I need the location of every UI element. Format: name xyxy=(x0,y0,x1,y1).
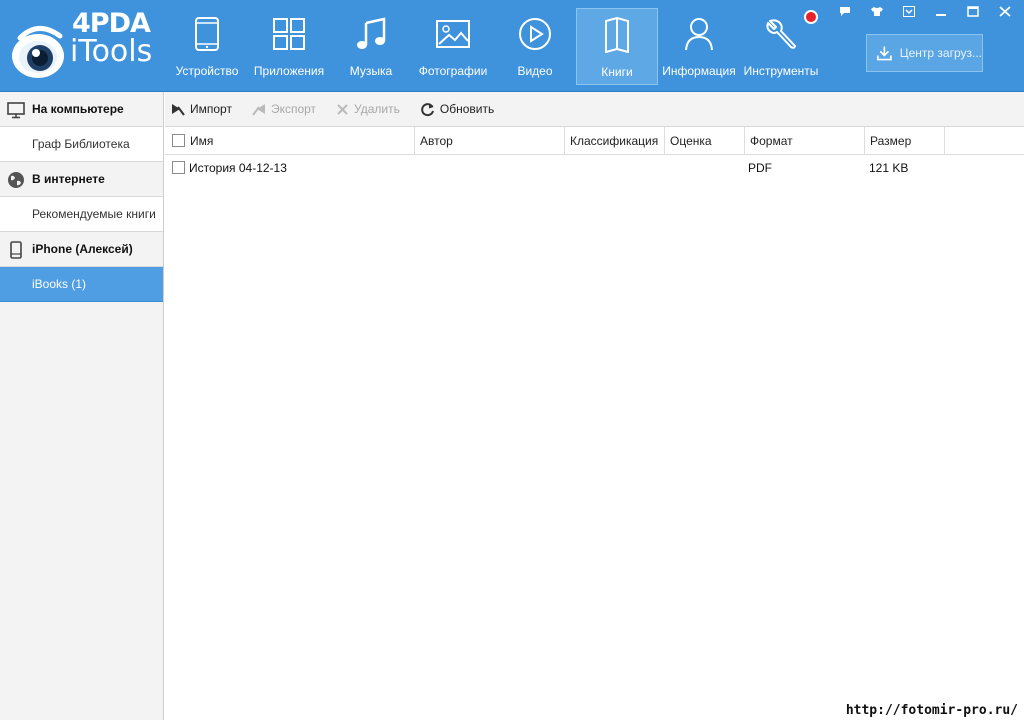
refresh-button[interactable]: Обновить xyxy=(420,102,494,117)
sidebar-item-label: iBooks (1) xyxy=(32,277,87,291)
close-icon[interactable] xyxy=(992,2,1018,20)
column-classification[interactable]: Классификация xyxy=(565,127,665,155)
notification-dot xyxy=(804,10,818,24)
music-note-icon xyxy=(357,17,386,49)
feedback-icon[interactable] xyxy=(832,2,858,20)
delete-label: Удалить xyxy=(354,102,400,116)
nav-video[interactable]: Видео xyxy=(494,8,576,85)
nav-photos[interactable]: Фотографии xyxy=(412,8,494,85)
sidebar: На компьютере Граф Библиотека В интернет… xyxy=(0,92,164,720)
book-icon xyxy=(605,17,629,53)
column-author[interactable]: Автор xyxy=(415,127,565,155)
brand-name: iTools xyxy=(70,34,153,69)
itools-eye-icon xyxy=(12,26,64,78)
sidebar-item-ibooks[interactable]: iBooks (1) xyxy=(0,267,163,302)
sidebar-heading: iPhone (Алексей) xyxy=(32,242,133,256)
nav-label: Фотографии xyxy=(418,64,488,78)
download-center-label: Центр загруз... xyxy=(899,46,982,60)
nav-books[interactable]: Книги xyxy=(576,8,658,85)
refresh-icon xyxy=(421,102,434,116)
sidebar-heading: На компьютере xyxy=(32,102,124,116)
nav-apps[interactable]: Приложения xyxy=(248,8,330,85)
cell-size: 121 KB xyxy=(869,161,909,175)
cell-name: История 04-12-13 xyxy=(189,161,287,175)
toolbar: Импорт Экспорт Удалить Обновить xyxy=(165,92,1024,127)
globe-icon xyxy=(8,172,24,188)
phone-icon xyxy=(195,17,219,51)
app-logo: 4PDA iTools xyxy=(10,8,160,88)
picture-icon xyxy=(436,20,470,48)
export-label: Экспорт xyxy=(270,102,317,116)
sidebar-section-computer[interactable]: На компьютере xyxy=(0,92,163,127)
cell-format: PDF xyxy=(748,161,772,175)
nav-label: Информация xyxy=(662,64,736,78)
phone-icon xyxy=(10,241,22,259)
sidebar-heading: В интернете xyxy=(32,172,105,186)
download-center-button[interactable]: Центр загруз... xyxy=(866,34,983,72)
books-table: Имя Автор Классификация Оценка Формат Ра… xyxy=(165,127,1024,720)
nav-label: Видео xyxy=(517,64,553,78)
apps-grid-icon xyxy=(273,18,305,50)
column-format[interactable]: Формат xyxy=(745,127,865,155)
delete-icon xyxy=(337,103,348,115)
maximize-icon[interactable] xyxy=(960,2,986,20)
nav-label: Инструменты xyxy=(743,64,819,78)
nav-info[interactable]: Информация xyxy=(658,8,740,85)
column-rating[interactable]: Оценка xyxy=(665,127,745,155)
select-all-checkbox[interactable] xyxy=(172,134,185,147)
column-size[interactable]: Размер xyxy=(865,127,945,155)
skin-icon[interactable] xyxy=(864,2,890,20)
play-circle-icon xyxy=(519,18,551,50)
window-controls xyxy=(832,2,1018,20)
watermark: http://fotomir-pro.ru/ xyxy=(845,703,1018,718)
import-icon xyxy=(172,104,185,116)
user-icon xyxy=(685,18,713,51)
nav-device[interactable]: Устройство xyxy=(166,8,248,85)
import-button[interactable]: Импорт xyxy=(171,102,232,116)
monitor-icon xyxy=(7,102,25,119)
delete-button[interactable]: Удалить xyxy=(336,102,400,116)
nav-music[interactable]: Музыка xyxy=(330,8,412,85)
nav-label: Книги xyxy=(601,65,633,79)
nav-label: Устройство xyxy=(175,64,239,78)
export-icon xyxy=(252,104,265,116)
nav-label: Музыка xyxy=(349,64,393,78)
column-name[interactable]: Имя xyxy=(185,127,415,155)
wrench-icon xyxy=(766,19,796,49)
sidebar-section-iphone[interactable]: iPhone (Алексей) xyxy=(0,232,163,267)
table-header: Имя Автор Классификация Оценка Формат Ра… xyxy=(165,127,1024,155)
refresh-label: Обновить xyxy=(439,102,495,116)
sidebar-item-library[interactable]: Граф Библиотека xyxy=(0,127,163,162)
import-label: Импорт xyxy=(190,102,232,116)
sidebar-section-internet[interactable]: В интернете xyxy=(0,162,163,197)
sidebar-item-label: Граф Библиотека xyxy=(32,137,130,151)
download-icon xyxy=(877,46,892,61)
main-nav: Устройство Приложения Музыка Фотографии … xyxy=(166,8,822,85)
nav-label: Приложения xyxy=(253,64,325,78)
sidebar-item-label: Рекомендуемые книги xyxy=(32,207,156,221)
table-row[interactable]: История 04-12-13 PDF 121 KB xyxy=(165,155,1024,181)
menu-icon[interactable] xyxy=(896,2,922,20)
nav-tools[interactable]: Инструменты xyxy=(740,8,822,85)
row-checkbox[interactable] xyxy=(172,161,185,174)
app-header: 4PDA iTools Устройство Приложения Музыка… xyxy=(0,0,1024,92)
export-button[interactable]: Экспорт xyxy=(252,102,316,116)
sidebar-item-recommended[interactable]: Рекомендуемые книги xyxy=(0,197,163,232)
minimize-icon[interactable] xyxy=(928,2,954,20)
